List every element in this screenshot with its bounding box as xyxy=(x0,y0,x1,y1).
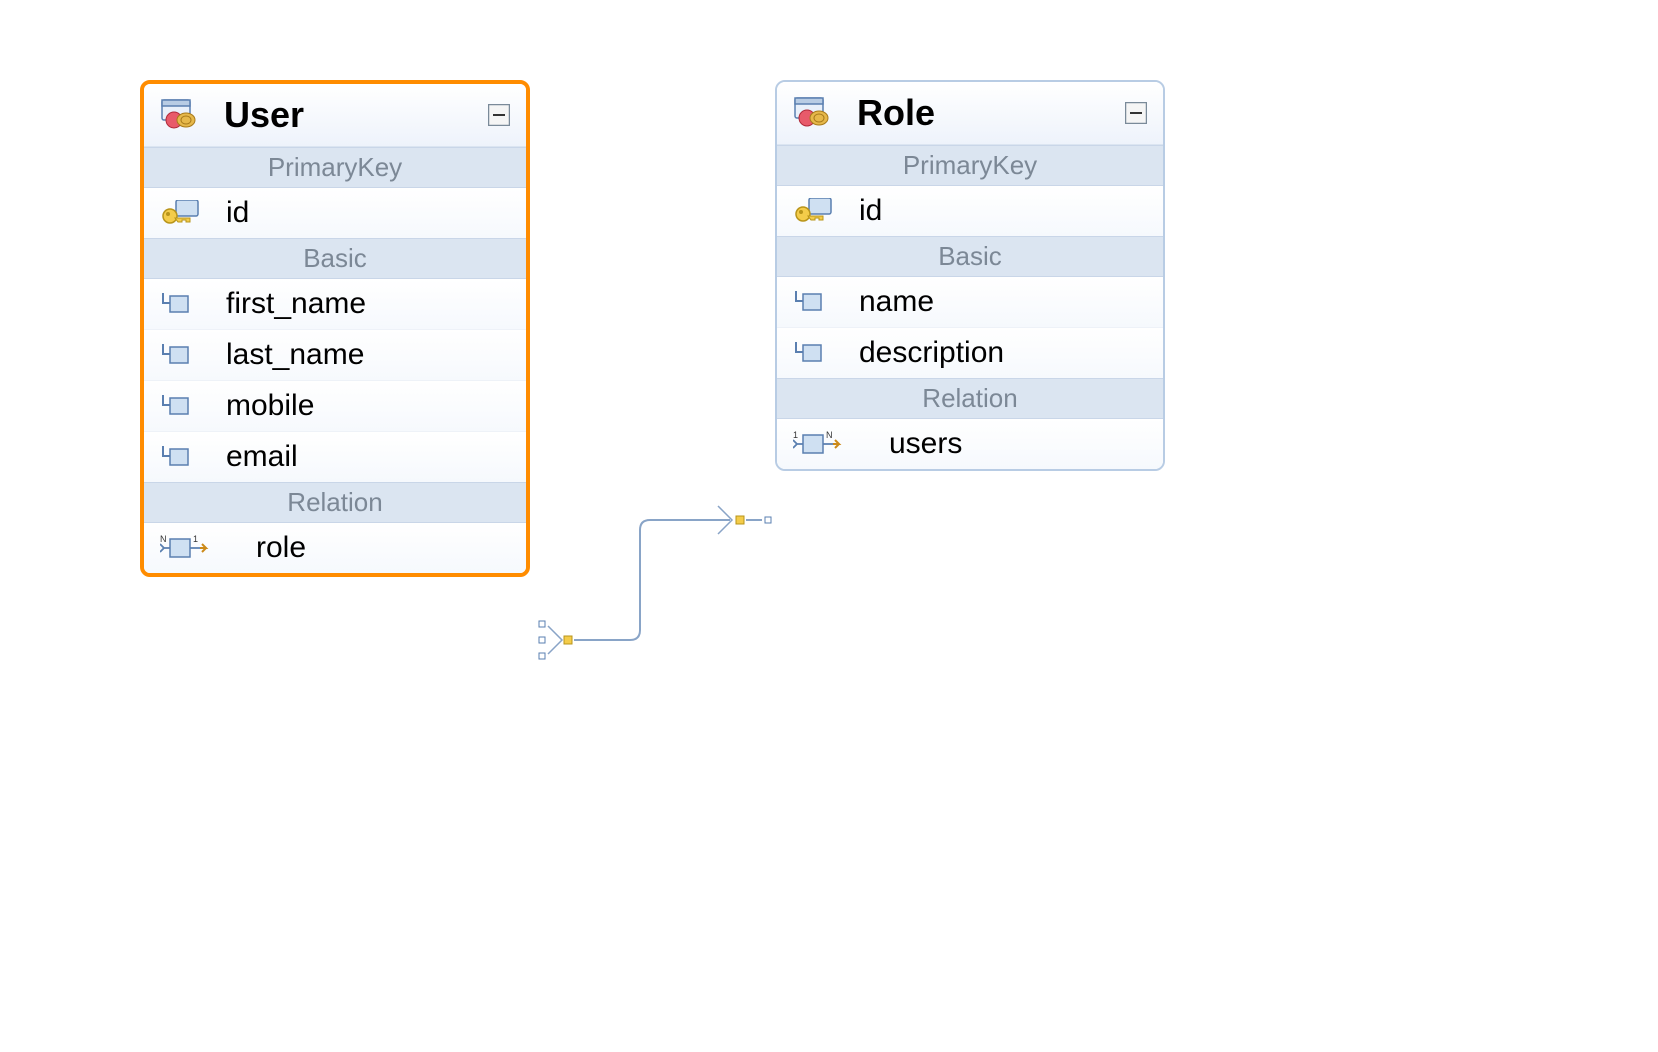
entity-role-title: Role xyxy=(857,92,1125,134)
field-role-name[interactable]: name xyxy=(777,277,1163,327)
relation-icon xyxy=(160,534,240,562)
primary-key-icon xyxy=(793,198,843,224)
field-label: email xyxy=(226,440,298,474)
section-relation-header: Relation xyxy=(144,482,526,523)
field-label: description xyxy=(859,336,1004,370)
field-user-last-name[interactable]: last_name xyxy=(144,329,526,380)
relation-icon xyxy=(793,430,873,458)
entity-user[interactable]: User PrimaryKey id Basic first_name last… xyxy=(140,80,530,577)
field-role-id[interactable]: id xyxy=(777,186,1163,236)
section-basic-header: Basic xyxy=(144,238,526,279)
field-user-email[interactable]: email xyxy=(144,431,526,482)
field-label: first_name xyxy=(226,287,366,321)
attribute-icon xyxy=(160,444,210,470)
section-primarykey-header: PrimaryKey xyxy=(777,145,1163,186)
collapse-icon[interactable] xyxy=(488,104,510,126)
attribute-icon xyxy=(160,291,210,317)
attribute-icon xyxy=(160,393,210,419)
collapse-icon[interactable] xyxy=(1125,102,1147,124)
entity-user-title: User xyxy=(224,94,488,136)
entity-icon xyxy=(160,98,210,132)
field-role-description[interactable]: description xyxy=(777,327,1163,378)
field-user-role[interactable]: role xyxy=(144,523,526,573)
attribute-icon xyxy=(793,340,843,366)
field-label: id xyxy=(859,194,882,228)
field-user-first-name[interactable]: first_name xyxy=(144,279,526,329)
field-label: users xyxy=(889,427,962,461)
section-basic-header: Basic xyxy=(777,236,1163,277)
section-primarykey-header: PrimaryKey xyxy=(144,147,526,188)
entity-user-header[interactable]: User xyxy=(144,84,526,147)
field-label: name xyxy=(859,285,934,319)
field-label: role xyxy=(256,531,306,565)
field-label: last_name xyxy=(226,338,364,372)
attribute-icon xyxy=(793,289,843,315)
entity-icon xyxy=(793,96,843,130)
field-user-mobile[interactable]: mobile xyxy=(144,380,526,431)
entity-role-header[interactable]: Role xyxy=(777,82,1163,145)
field-role-users[interactable]: users xyxy=(777,419,1163,469)
field-user-id[interactable]: id xyxy=(144,188,526,238)
field-label: mobile xyxy=(226,389,314,423)
primary-key-icon xyxy=(160,200,210,226)
entity-role[interactable]: Role PrimaryKey id Basic name descriptio… xyxy=(775,80,1165,471)
field-label: id xyxy=(226,196,249,230)
section-relation-header: Relation xyxy=(777,378,1163,419)
attribute-icon xyxy=(160,342,210,368)
